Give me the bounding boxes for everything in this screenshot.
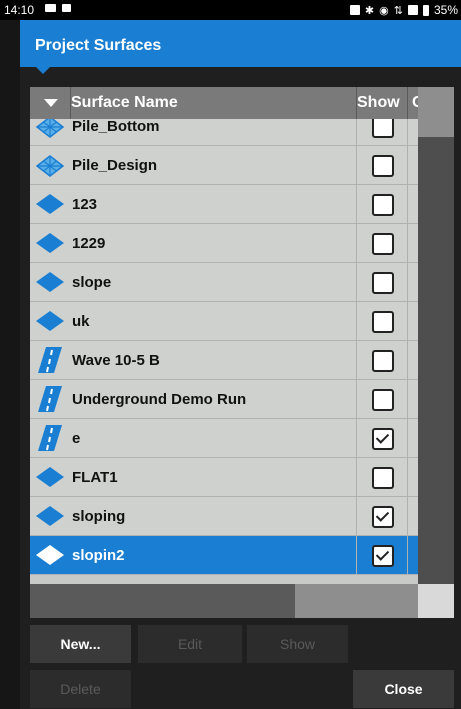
show-checkbox[interactable] xyxy=(372,545,394,567)
show-cell xyxy=(356,185,408,223)
diamond-surface-icon xyxy=(30,536,70,574)
table-row[interactable]: Wave 10-5 B xyxy=(30,341,418,380)
status-time: 14:10 xyxy=(4,3,35,17)
show-checkbox[interactable] xyxy=(372,233,394,255)
tin-surface-icon xyxy=(30,119,70,145)
sort-down-icon xyxy=(44,99,58,107)
show-cell xyxy=(356,497,408,535)
page-title: Project Surfaces xyxy=(35,37,162,54)
surface-name: Pile_Bottom xyxy=(72,119,160,135)
show-checkbox[interactable] xyxy=(372,119,394,138)
show-button[interactable]: Show xyxy=(247,625,348,663)
table-row[interactable]: 1229 xyxy=(30,224,418,263)
signal-icon xyxy=(407,5,418,15)
table-row[interactable]: uk xyxy=(30,302,418,341)
show-checkbox[interactable] xyxy=(372,506,394,528)
table-row[interactable]: 123 xyxy=(30,185,418,224)
scroll-corner xyxy=(418,584,454,618)
surface-name: uk xyxy=(72,313,90,330)
vibrate-icon: ◉ xyxy=(379,4,389,17)
table-body: Pile_Bottom Pile_Design 123 1229 slope uk Wave… xyxy=(30,119,418,583)
diamond-surface-icon xyxy=(30,263,70,301)
diamond-surface-icon xyxy=(30,224,70,262)
diamond-surface-icon xyxy=(30,497,70,535)
bluetooth-icon: ✱ xyxy=(364,4,375,17)
surface-name: slopin2 xyxy=(72,547,125,564)
table-row[interactable]: slope xyxy=(30,263,418,302)
show-cell xyxy=(356,341,408,379)
nfc-icon xyxy=(349,5,360,15)
horizontal-scroll-thumb[interactable] xyxy=(30,584,295,618)
diamond-surface-icon xyxy=(30,302,70,340)
show-checkbox[interactable] xyxy=(372,467,394,489)
column-header-show-cell[interactable]: Show xyxy=(356,87,408,119)
road-surface-icon xyxy=(30,419,70,457)
column-header-show: Show xyxy=(357,94,400,111)
sort-toggle[interactable] xyxy=(30,87,71,119)
show-checkbox[interactable] xyxy=(372,194,394,216)
show-cell xyxy=(356,458,408,496)
surface-name: Wave 10-5 B xyxy=(72,352,160,369)
title-bar: Project Surfaces xyxy=(20,20,461,67)
surface-name: 1229 xyxy=(72,235,106,252)
surfaces-table: Surface Name Show C Pile_Bottom Pile_Desi… xyxy=(30,87,418,618)
show-checkbox[interactable] xyxy=(372,389,394,411)
surface-name: Underground Demo Run xyxy=(72,391,247,408)
table-row[interactable]: sloping xyxy=(30,497,418,536)
show-checkbox[interactable] xyxy=(372,155,394,177)
show-checkbox[interactable] xyxy=(372,311,394,333)
show-checkbox[interactable] xyxy=(372,272,394,294)
show-cell xyxy=(356,419,408,457)
show-cell xyxy=(356,263,408,301)
show-cell xyxy=(356,302,408,340)
close-button[interactable]: Close xyxy=(353,670,454,708)
surface-name: slope xyxy=(72,274,112,291)
vertical-scroll-up-area[interactable] xyxy=(418,87,454,137)
vertical-scrollbar[interactable] xyxy=(418,87,454,618)
left-panel-edge xyxy=(0,20,20,709)
show-cell xyxy=(356,119,408,145)
tin-surface-icon xyxy=(30,146,70,184)
checkmark-icon xyxy=(375,430,390,444)
new-button[interactable]: New... xyxy=(30,625,131,663)
diamond-surface-icon xyxy=(30,458,70,496)
status-bar: 14:10 ✱ ◉ ⇅ 35% xyxy=(0,0,461,20)
wifi-icon: ⇅ xyxy=(393,4,403,17)
table-row[interactable]: Pile_Bottom xyxy=(30,119,418,146)
table-row[interactable]: Pile_Design xyxy=(30,146,418,185)
road-surface-icon xyxy=(30,341,70,379)
cast-icon xyxy=(45,4,56,12)
table-row[interactable]: Underground Demo Run xyxy=(30,380,418,419)
table-header: Surface Name Show C xyxy=(30,87,418,119)
delete-button[interactable]: Delete xyxy=(30,670,131,708)
table-row[interactable]: slopin2 xyxy=(30,536,418,575)
column-header-surface-name[interactable]: Surface Name xyxy=(71,94,178,112)
show-cell xyxy=(356,224,408,262)
table-row[interactable]: e xyxy=(30,419,418,458)
checkmark-icon xyxy=(375,547,390,561)
show-cell xyxy=(356,536,408,574)
edit-button[interactable]: Edit xyxy=(138,625,242,663)
media-icon xyxy=(62,4,71,12)
surface-name: e xyxy=(72,430,81,447)
surface-name: FLAT1 xyxy=(72,469,118,486)
show-cell xyxy=(356,146,408,184)
status-right-icons: ✱ ◉ ⇅ 35% xyxy=(349,3,458,17)
battery-icon xyxy=(422,4,429,16)
checkmark-icon xyxy=(375,508,390,522)
show-cell xyxy=(356,380,408,418)
road-surface-icon xyxy=(30,380,70,418)
show-checkbox[interactable] xyxy=(372,428,394,450)
diamond-surface-icon xyxy=(30,185,70,223)
title-pointer xyxy=(35,66,51,74)
horizontal-scrollbar[interactable] xyxy=(30,584,418,618)
surface-name: sloping xyxy=(72,508,126,525)
battery-percent: 35% xyxy=(433,3,458,17)
notification-icons xyxy=(45,4,71,12)
table-row[interactable]: FLAT1 xyxy=(30,458,418,497)
surface-name: 123 xyxy=(72,196,98,213)
surface-name: Pile_Design xyxy=(72,157,158,174)
show-checkbox[interactable] xyxy=(372,350,394,372)
